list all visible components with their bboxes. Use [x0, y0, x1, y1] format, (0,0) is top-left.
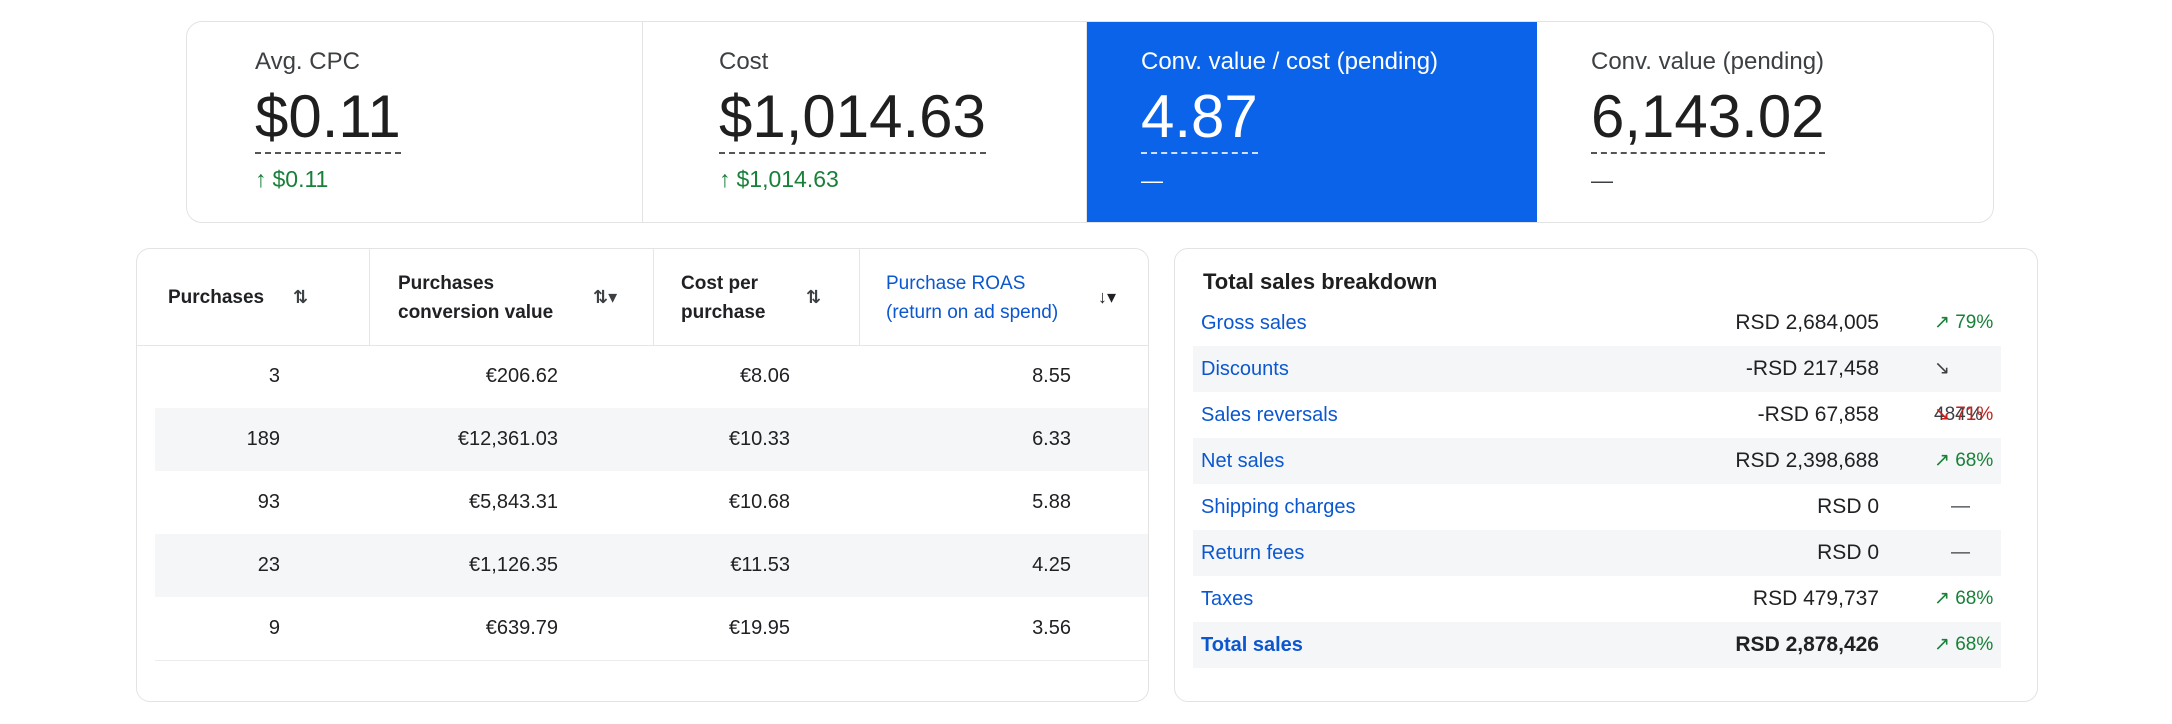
sort-dropdown-icon[interactable]: ⇅▾: [593, 287, 617, 308]
scorecard-delta: ↑ $0.11: [255, 166, 328, 193]
scorecard-label: Avg. CPC: [255, 48, 360, 75]
trend-up-icon: ↗ 68%: [1934, 634, 1994, 655]
sales-row-link[interactable]: Net sales: [1201, 438, 1284, 484]
sales-row-link[interactable]: Return fees: [1201, 530, 1304, 576]
column-header-conversion-value[interactable]: Purchases conversion value ⇅▾: [369, 249, 653, 345]
scorecard-delta-value: $0.11: [272, 166, 329, 192]
no-change-dash: —: [1951, 542, 1970, 563]
sales-row-amount: RSD 0: [1817, 541, 1879, 564]
table-row[interactable]: 9 €639.79 €19.95 3.56: [155, 597, 1148, 661]
sales-row-link[interactable]: Sales reversals: [1201, 392, 1338, 438]
scorecard-conv-value[interactable]: Conv. value (pending) 6,143.02 —: [1537, 22, 1993, 222]
sales-row-return-fees: Return fees RSD 0 —: [1193, 530, 2001, 576]
sales-row-discounts: Discounts -RSD 217,458 ↘ 484%: [1193, 346, 2001, 425]
sales-row-link[interactable]: Total sales: [1201, 622, 1303, 668]
scorecard-value[interactable]: 4.87: [1141, 84, 1258, 154]
sales-row-shipping-charges: Shipping charges RSD 0 —: [1193, 484, 2001, 530]
sales-row-total-sales: Total sales RSD 2,878,426 ↗ 68%: [1193, 622, 2001, 668]
scorecard-value[interactable]: 6,143.02: [1591, 84, 1825, 154]
sort-descending-icon[interactable]: ↓▾: [1098, 287, 1116, 308]
scorecard-label: Conv. value / cost (pending): [1141, 48, 1439, 75]
sales-row-link[interactable]: Discounts: [1201, 346, 1289, 392]
sales-row-amount: RSD 0: [1817, 495, 1879, 518]
trend-up-icon: ↗ 79%: [1934, 312, 1994, 333]
column-header-purchases[interactable]: Purchases ⇅: [137, 249, 369, 345]
arrow-up-icon: ↑: [255, 166, 267, 192]
table-header: Purchases ⇅ Purchases conversion value ⇅…: [137, 249, 1148, 346]
total-sales-breakdown: Total sales breakdown Gross sales RSD 2,…: [1174, 248, 2038, 702]
scorecard-label: Cost: [719, 48, 769, 75]
sales-row-link[interactable]: Taxes: [1201, 576, 1253, 622]
scorecard-label: Conv. value (pending): [1591, 48, 1825, 75]
sales-row-amount: -RSD 67,858: [1757, 403, 1879, 426]
column-header-roas[interactable]: Purchase ROAS (return on ad spend) ↓▾: [859, 249, 1148, 345]
scorecard-delta-empty: —: [1141, 168, 1163, 193]
sales-row-amount: RSD 479,737: [1752, 587, 1879, 610]
sort-icon[interactable]: ⇅: [806, 287, 821, 308]
scorecard-value[interactable]: $1,014.63: [719, 84, 986, 154]
table-row[interactable]: 189 €12,361.03 €10.33 6.33: [155, 408, 1148, 471]
arrow-up-icon: ↑: [719, 166, 731, 192]
table-row[interactable]: 93 €5,843.31 €10.68 5.88: [155, 471, 1148, 534]
no-change-dash: —: [1951, 496, 1970, 517]
sales-row-amount: RSD 2,878,426: [1735, 633, 1879, 656]
sales-row-gross-sales: Gross sales RSD 2,684,005 ↗ 79%: [1193, 300, 2001, 346]
sales-row-net-sales: Net sales RSD 2,398,688 ↗ 68%: [1193, 438, 2001, 484]
column-header-cost-per-purchase[interactable]: Cost per purchase ⇅: [653, 249, 859, 345]
scorecard-avg-cpc[interactable]: Avg. CPC $0.11 ↑ $0.11: [187, 22, 643, 222]
purchases-table: Purchases ⇅ Purchases conversion value ⇅…: [136, 248, 1149, 702]
sales-row-link[interactable]: Shipping charges: [1201, 484, 1356, 530]
scorecard-delta-value: $1,014.63: [736, 166, 839, 192]
sales-row-taxes: Taxes RSD 479,737 ↗ 68%: [1193, 576, 2001, 622]
sales-row-sales-reversals: Sales reversals -RSD 67,858 ↘ 71%: [1193, 392, 2001, 438]
scorecard-delta-empty: —: [1591, 168, 1613, 193]
panel-title: Total sales breakdown: [1203, 269, 1438, 294]
table-row[interactable]: 3 €206.62 €8.06 8.55: [155, 345, 1148, 408]
sales-row-amount: -RSD 217,458: [1745, 357, 1879, 380]
sales-row-amount: RSD 2,684,005: [1735, 311, 1879, 334]
scorecard-delta: ↑ $1,014.63: [719, 166, 839, 193]
sort-icon[interactable]: ⇅: [293, 287, 308, 308]
sales-row-link[interactable]: Gross sales: [1201, 300, 1307, 346]
scorecards-panel: Avg. CPC $0.11 ↑ $0.11 Cost $1,014.63 ↑ $1…: [186, 21, 1994, 223]
scorecard-value[interactable]: $0.11: [255, 84, 401, 154]
table-row[interactable]: 23 €1,126.35 €11.53 4.25: [155, 534, 1148, 597]
trend-up-icon: ↗ 68%: [1934, 450, 1994, 471]
trend-down-icon: ↘ 71%: [1934, 404, 1994, 425]
trend-up-icon: ↗ 68%: [1934, 588, 1994, 609]
scorecard-conv-value-cost[interactable]: Conv. value / cost (pending) 4.87 —: [1087, 22, 1537, 222]
sales-row-amount: RSD 2,398,688: [1735, 449, 1879, 472]
scorecard-cost[interactable]: Cost $1,014.63 ↑ $1,014.63: [643, 22, 1087, 222]
